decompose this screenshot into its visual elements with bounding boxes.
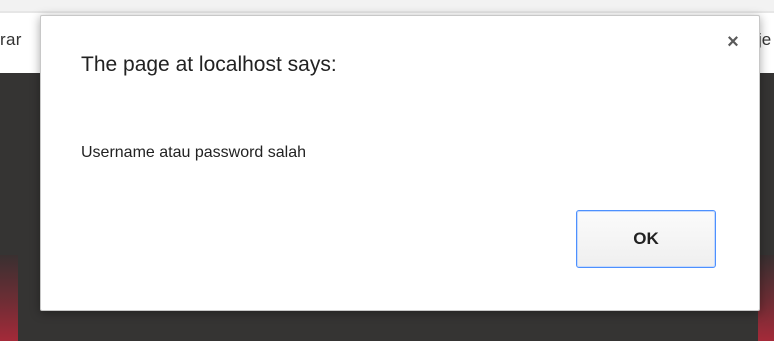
alert-dialog: The page at localhost says: × Username a… (40, 15, 760, 311)
ok-button[interactable]: OK (576, 210, 716, 268)
dialog-title: The page at localhost says: (81, 53, 337, 76)
decorative-accent-right (758, 255, 774, 341)
nav-text-partial-left: rar (0, 30, 22, 49)
close-icon[interactable]: × (721, 30, 745, 54)
decorative-accent-left (0, 255, 18, 341)
browser-page: rar je The page at localhost says: × Use… (0, 0, 774, 341)
dialog-message: Username atau password salah (81, 144, 307, 161)
ok-button-label: OK (633, 229, 659, 248)
